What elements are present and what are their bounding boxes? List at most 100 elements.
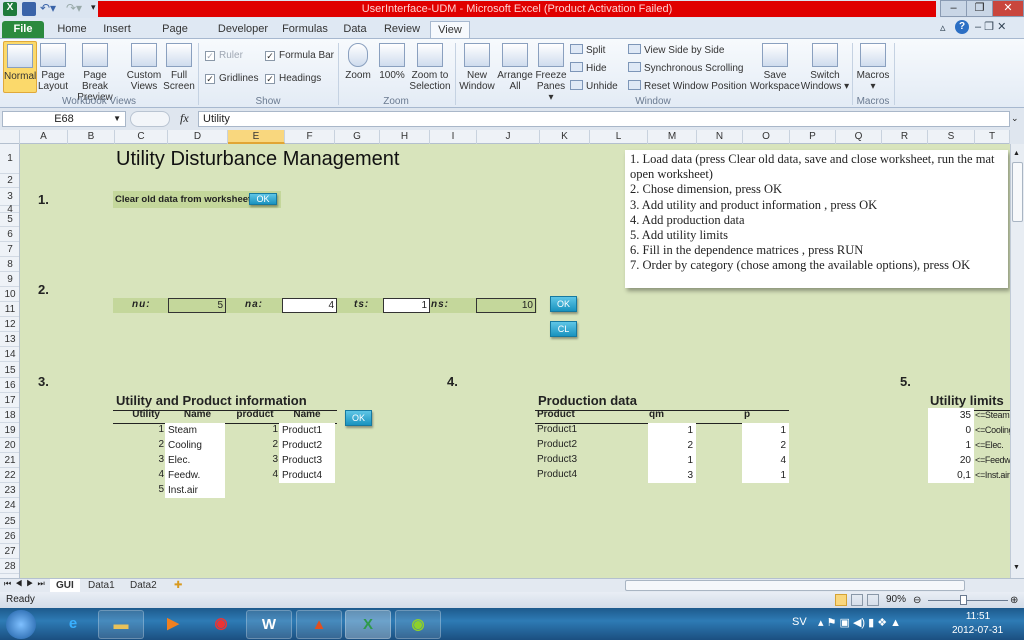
select-all-corner[interactable] <box>0 130 20 144</box>
formula-cancel-enter[interactable] <box>130 111 170 127</box>
nu-field[interactable]: 5 <box>168 298 226 313</box>
column-header-l[interactable]: L <box>590 130 648 144</box>
row-header-6[interactable]: 6 <box>0 227 19 242</box>
row-header-2[interactable]: 2 <box>0 174 19 188</box>
ruler-checkbox[interactable]: ✓ Ruler <box>205 50 243 61</box>
scroll-up-icon[interactable]: ▲ <box>1013 150 1020 157</box>
new-window-button[interactable]: New Window <box>457 43 497 92</box>
column-header-g[interactable]: G <box>335 130 380 144</box>
chrome-icon[interactable]: ◉ <box>198 610 244 639</box>
save-icon[interactable] <box>22 2 36 16</box>
undo-icon[interactable]: ↶▾ <box>40 1 56 15</box>
page-layout-view-button[interactable]: Page Layout <box>38 43 68 92</box>
column-header-j[interactable]: J <box>477 130 540 144</box>
limit-value-cell[interactable]: 1 <box>928 438 974 453</box>
scroll-down-icon[interactable]: ▼ <box>1013 564 1020 571</box>
utility-name-cell[interactable]: Feedw. <box>165 468 225 484</box>
utility-name-cell[interactable]: Inst.air <box>165 483 225 499</box>
zoom-100-button[interactable]: 100% <box>376 43 408 81</box>
split-button[interactable]: Split <box>570 44 605 56</box>
normal-view-button[interactable]: Normal <box>3 41 37 93</box>
row-header-24[interactable]: 24 <box>0 498 19 514</box>
ribbon-minimize-icon[interactable]: ▵ <box>940 21 946 34</box>
zoom-button[interactable]: Zoom <box>342 43 374 81</box>
utility-name-cell[interactable]: Cooling <box>165 438 225 453</box>
product-name-cell[interactable]: Product4 <box>279 468 335 484</box>
sheet-tab-data1[interactable]: Data1 <box>82 579 121 592</box>
redo-icon[interactable]: ↷▾ <box>66 1 82 15</box>
gridlines-checkbox[interactable]: ✓ Gridlines <box>205 73 258 84</box>
matlab-icon[interactable]: ▲ <box>296 610 342 639</box>
product-name-cell[interactable]: Product2 <box>279 438 335 453</box>
insert-sheet-icon[interactable]: ✚ <box>168 579 188 592</box>
formula-input[interactable]: Utility <box>198 111 1010 127</box>
freeze-panes-button[interactable]: Freeze Panes ▾ <box>533 43 569 103</box>
instructions-textbox[interactable]: 1. Load data (press Clear old data, save… <box>625 150 1008 288</box>
row-header-20[interactable]: 20 <box>0 438 19 454</box>
column-header-t[interactable]: T <box>975 130 1010 144</box>
column-header-d[interactable]: D <box>168 130 228 144</box>
qm-cell[interactable]: 1 <box>648 453 696 469</box>
p-cell[interactable]: 1 <box>742 422 789 438</box>
macros-button[interactable]: Macros ▾ <box>855 43 891 92</box>
tab-review[interactable]: Review <box>382 21 422 39</box>
qm-cell[interactable]: 1 <box>648 422 696 438</box>
view-side-by-side-button[interactable]: View Side by Side <box>628 44 724 56</box>
utility-ok-button[interactable]: OK <box>345 410 372 426</box>
minimize-button[interactable]: – <box>940 0 967 17</box>
synchronous-scrolling-button[interactable]: Synchronous Scrolling <box>628 62 744 74</box>
row-header-27[interactable]: 27 <box>0 544 19 559</box>
zoom-in-icon[interactable]: ⊕ <box>1010 593 1018 609</box>
tab-home[interactable]: Home <box>52 21 92 39</box>
column-header-o[interactable]: O <box>743 130 790 144</box>
cl-button[interactable]: CL <box>550 321 577 337</box>
column-header-r[interactable]: R <box>882 130 928 144</box>
start-button[interactable] <box>6 610 36 639</box>
column-header-h[interactable]: H <box>380 130 430 144</box>
row-header-7[interactable]: 7 <box>0 242 19 257</box>
unhide-button[interactable]: Unhide <box>570 80 618 92</box>
row-header-11[interactable]: 11 <box>0 302 19 318</box>
row-header-19[interactable]: 19 <box>0 423 19 438</box>
clock-time[interactable]: 11:51 <box>958 611 998 622</box>
row-header-18[interactable]: 18 <box>0 408 19 423</box>
row-header-14[interactable]: 14 <box>0 347 19 363</box>
file-explorer-icon[interactable]: ▬ <box>98 610 144 639</box>
language-indicator[interactable]: SV <box>792 616 807 628</box>
sheet-tab-data2[interactable]: Data2 <box>124 579 163 592</box>
formula-bar-checkbox[interactable]: ✓ Formula Bar <box>265 50 334 61</box>
row-header-22[interactable]: 22 <box>0 468 19 484</box>
limit-value-cell[interactable]: 20 <box>928 453 974 469</box>
save-workspace-button[interactable]: Save Workspace <box>750 43 800 92</box>
tab-developer[interactable]: Developer <box>216 21 270 39</box>
row-header-12[interactable]: 12 <box>0 317 19 333</box>
clear-ok-button[interactable]: OK <box>249 193 277 205</box>
ns-field[interactable]: 10 <box>476 298 536 313</box>
tab-view[interactable]: View <box>430 21 470 39</box>
zoom-slider-thumb[interactable] <box>960 595 967 605</box>
column-header-n[interactable]: N <box>697 130 743 144</box>
utility-name-cell[interactable]: Steam <box>165 422 225 438</box>
product-name-cell[interactable]: Product3 <box>279 453 335 469</box>
row-header-1[interactable]: 1 <box>0 144 19 174</box>
row-header-26[interactable]: 26 <box>0 529 19 544</box>
tab-page-layout[interactable]: Page Layout <box>146 21 204 51</box>
word-icon[interactable]: W <box>246 610 292 639</box>
p-cell[interactable]: 2 <box>742 438 789 453</box>
qm-cell[interactable]: 2 <box>648 438 696 453</box>
p-cell[interactable]: 1 <box>742 468 789 484</box>
tab-file[interactable]: File <box>2 21 44 39</box>
row-header-9[interactable]: 9 <box>0 272 19 287</box>
column-header-m[interactable]: M <box>648 130 697 144</box>
spotify-icon[interactable]: ◉ <box>395 610 441 639</box>
normal-view-icon[interactable] <box>835 594 847 606</box>
sheet-nav-arrows[interactable]: ⏮◀▶⏭ <box>4 579 49 589</box>
page-layout-view-icon[interactable] <box>851 594 863 606</box>
tab-data[interactable]: Data <box>340 21 370 39</box>
tab-insert[interactable]: Insert <box>98 21 136 39</box>
row-header-15[interactable]: 15 <box>0 363 19 378</box>
ts-field[interactable]: 1 <box>383 298 430 313</box>
arrange-all-button[interactable]: Arrange All <box>496 43 534 92</box>
na-field[interactable]: 4 <box>282 298 337 313</box>
row-header-13[interactable]: 13 <box>0 332 19 348</box>
